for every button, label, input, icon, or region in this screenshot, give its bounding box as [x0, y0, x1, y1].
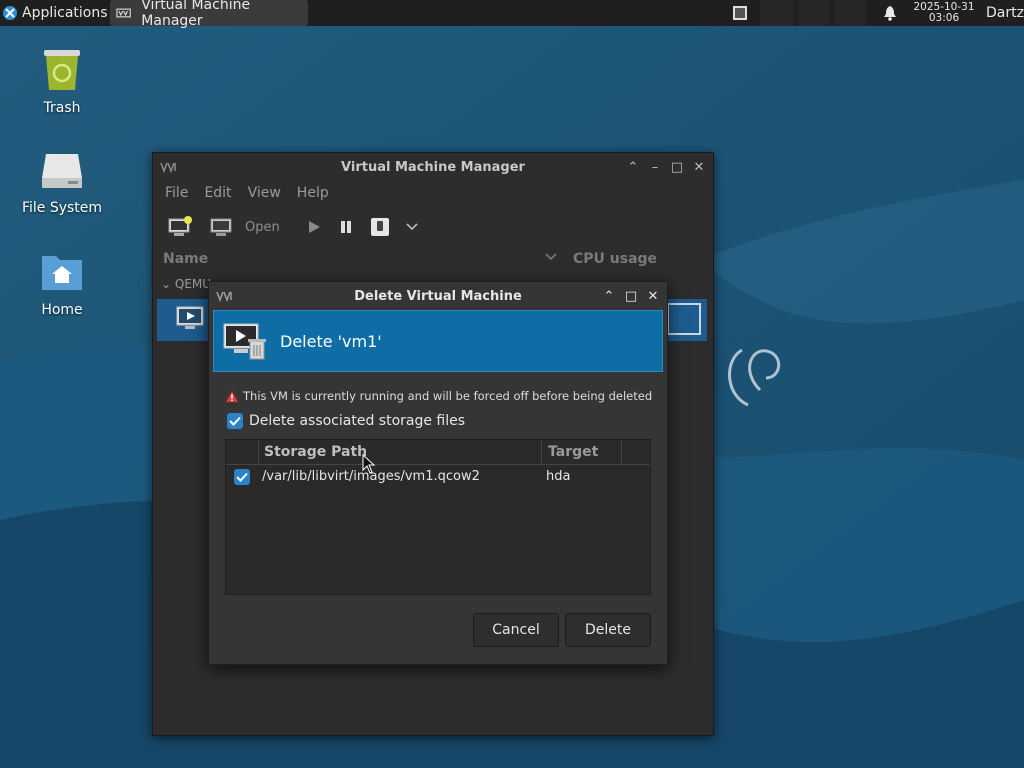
trash-icon — [44, 50, 80, 90]
desktop-icon-label: File System — [21, 200, 103, 216]
shutdown-menu-button[interactable] — [406, 223, 418, 231]
menubar: File Edit View Help — [165, 185, 329, 201]
cpu-graph — [667, 303, 701, 335]
monitor-icon — [210, 218, 232, 236]
desktop-home[interactable]: Home — [7, 250, 117, 318]
workspace-switcher[interactable] — [733, 0, 755, 26]
cancel-button[interactable]: Cancel — [473, 613, 559, 647]
vmm-logo-icon — [116, 8, 132, 18]
desktop-trash[interactable]: Trash — [7, 44, 117, 116]
maximize-icon[interactable]: □ — [623, 288, 639, 304]
play-icon — [308, 221, 320, 233]
workspace-1[interactable] — [733, 6, 747, 20]
notification-bell-icon[interactable] — [880, 0, 900, 26]
new-vm-button[interactable] — [167, 216, 193, 238]
delete-vm-icon — [223, 323, 266, 360]
clock[interactable]: 2025-10-31 03:06 — [906, 0, 982, 26]
top-panel: Applications Virtual Machine Manager 202… — [0, 0, 1024, 29]
dialog-header-title: Delete 'vm1' — [280, 331, 382, 351]
applications-menu[interactable]: Applications — [2, 0, 108, 26]
toolbar: Open — [167, 213, 434, 241]
chevron-down-icon — [406, 223, 418, 231]
checkbox-checked-icon[interactable] — [227, 413, 243, 429]
storage-table: Storage Path Target /var/lib/libvirt/ima… — [225, 439, 651, 595]
delete-vm-dialog: Delete Virtual Machine ⌃ □ ✕ Delete 'vm1… — [208, 281, 668, 665]
column-target[interactable]: Target — [548, 444, 598, 460]
clock-time: 03:06 — [928, 12, 960, 24]
workspace-2[interactable] — [760, 0, 794, 26]
drive-icon — [42, 154, 82, 188]
vm-list-header: Name CPU usage — [153, 249, 713, 271]
taskbar-label: Virtual Machine Manager — [141, 0, 251, 29]
table-row[interactable]: /var/lib/libvirt/images/vm1.qcow2 hda — [226, 465, 650, 489]
chevron-up-icon[interactable]: ⌃ — [625, 159, 641, 175]
connection-row[interactable]: ⌄ QEMU — [161, 277, 211, 291]
delete-button[interactable]: Delete — [565, 613, 651, 647]
minimize-icon[interactable]: – — [647, 159, 663, 175]
vm-running-icon — [176, 306, 204, 329]
mouse-cursor-icon — [362, 454, 376, 474]
column-storage-path[interactable]: Storage Path — [264, 444, 367, 460]
warning-icon — [226, 390, 238, 402]
power-icon — [370, 218, 389, 236]
menu-file[interactable]: File — [165, 185, 188, 201]
menu-help[interactable]: Help — [297, 185, 329, 201]
running-warning: This VM is currently running and will be… — [225, 389, 652, 403]
workspace-3[interactable] — [798, 0, 830, 26]
user-menu[interactable]: Dartz — [986, 0, 1024, 26]
dialog-header-banner: Delete 'vm1' — [213, 310, 663, 372]
chevron-down-icon[interactable] — [545, 253, 557, 261]
taskbar-button-vmm[interactable]: Virtual Machine Manager — [110, 0, 308, 29]
xfce-logo-icon — [3, 6, 17, 20]
row-checkbox[interactable] — [234, 469, 250, 485]
dialog-titlebar[interactable]: Delete Virtual Machine ⌃ □ ✕ — [209, 282, 667, 310]
delete-storage-checkbox[interactable]: Delete associated storage files — [227, 413, 465, 429]
desktop-icon-label: Home — [41, 302, 83, 318]
desktop-file-system[interactable]: File System — [7, 148, 117, 216]
close-icon[interactable]: ✕ — [691, 159, 707, 175]
expander-icon[interactable]: ⌄ — [161, 277, 175, 291]
shutdown-button[interactable] — [370, 217, 390, 237]
menu-edit[interactable]: Edit — [204, 185, 231, 201]
warning-text: This VM is currently running and will be… — [243, 389, 653, 403]
home-folder-icon — [42, 256, 82, 290]
column-select[interactable] — [226, 440, 259, 464]
chevron-up-icon[interactable]: ⌃ — [601, 288, 617, 304]
maximize-icon[interactable]: □ — [669, 159, 685, 175]
main-titlebar[interactable]: Virtual Machine Manager ⌃ – □ ✕ — [153, 153, 713, 181]
new-vm-icon — [168, 216, 192, 236]
menu-view[interactable]: View — [248, 185, 281, 201]
column-name[interactable]: Name — [163, 251, 208, 267]
dialog-title: Delete Virtual Machine — [354, 288, 522, 304]
applications-label: Applications — [22, 5, 108, 21]
open-button[interactable]: Open — [209, 216, 280, 238]
connection-label: QEMU — [174, 277, 212, 291]
column-cpu-usage[interactable]: CPU usage — [573, 251, 657, 267]
pause-button[interactable] — [338, 219, 354, 235]
storage-table-header: Storage Path Target — [226, 440, 650, 465]
desktop-icon-label: Trash — [43, 100, 81, 116]
workspace-4[interactable] — [834, 0, 866, 26]
target-cell: hda — [546, 469, 571, 484]
open-label: Open — [245, 219, 280, 235]
close-icon[interactable]: ✕ — [645, 288, 661, 304]
run-button[interactable] — [306, 219, 322, 235]
delete-storage-label: Delete associated storage files — [249, 413, 466, 429]
pause-icon — [340, 221, 351, 233]
